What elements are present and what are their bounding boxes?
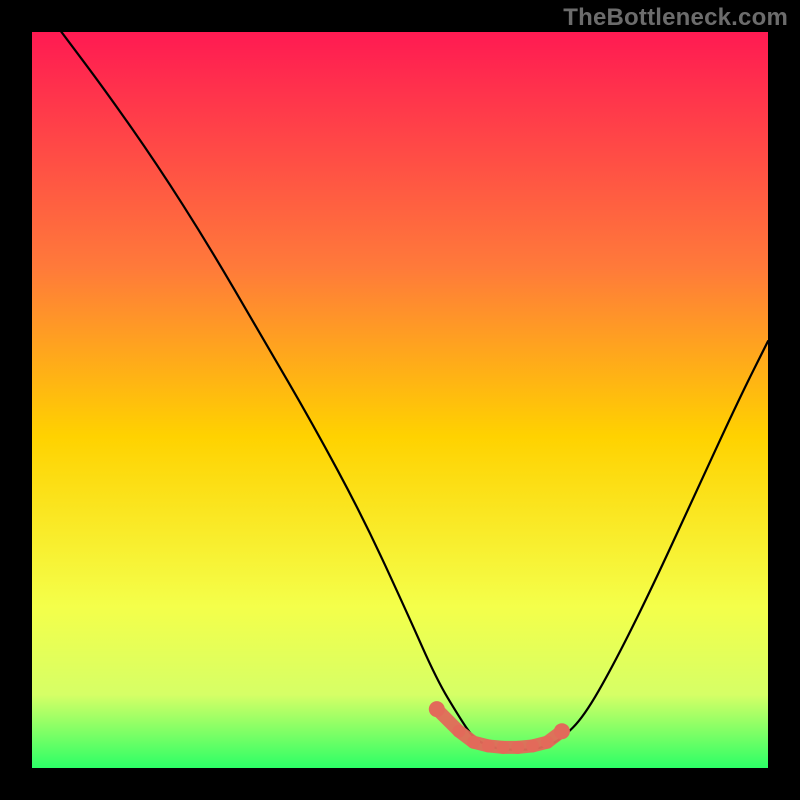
bottleneck-curve-chart — [32, 32, 768, 768]
optimal-marker — [526, 739, 539, 752]
optimal-marker — [497, 741, 510, 754]
optimal-marker — [452, 725, 465, 738]
optimal-marker — [429, 701, 445, 717]
optimal-marker — [482, 739, 495, 752]
chart-container: TheBottleneck.com — [0, 0, 800, 800]
optimal-marker — [511, 741, 524, 754]
optimal-marker — [554, 723, 570, 739]
plot-area — [32, 32, 768, 768]
optimal-marker — [467, 736, 480, 749]
watermark-text: TheBottleneck.com — [563, 4, 788, 32]
optimal-marker — [541, 736, 554, 749]
